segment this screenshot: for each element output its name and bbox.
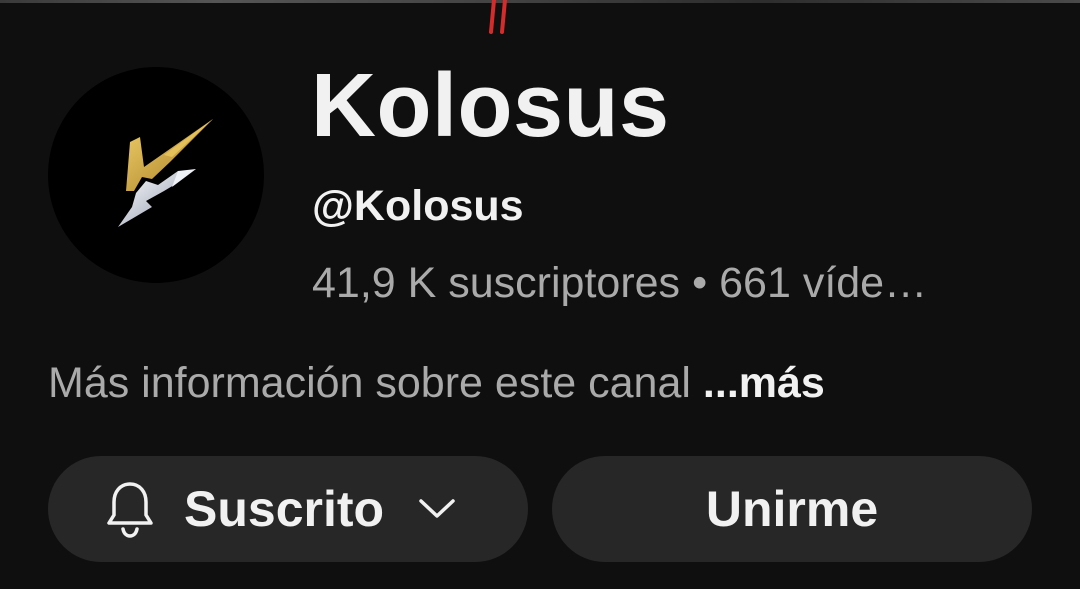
channel-avatar[interactable] bbox=[48, 67, 264, 283]
channel-name: Kolosus bbox=[311, 56, 670, 156]
kolosus-logo-icon bbox=[118, 119, 213, 227]
chevron-down-icon bbox=[419, 499, 455, 518]
join-button[interactable]: Unirme bbox=[552, 456, 1032, 562]
join-label: Unirme bbox=[705, 481, 879, 537]
more-link[interactable]: ...más bbox=[703, 359, 825, 407]
stats-separator: • bbox=[692, 259, 708, 307]
channel-banner-edge bbox=[0, 0, 1080, 3]
subscribed-button[interactable]: Suscrito bbox=[48, 456, 528, 562]
channel-stats[interactable]: 41,9 K suscriptores • 661 víde… bbox=[312, 258, 1002, 308]
bell-icon bbox=[107, 482, 153, 538]
about-text: Más información sobre este canal bbox=[48, 359, 691, 407]
banner-red-mark bbox=[489, 0, 507, 34]
subscriber-count: 41,9 K suscriptores bbox=[312, 259, 681, 307]
subscribed-label: Suscrito bbox=[184, 481, 385, 537]
channel-handle: @Kolosus bbox=[312, 182, 524, 230]
video-count: 661 víde… bbox=[719, 259, 928, 307]
channel-about-link[interactable]: Más información sobre este canal ...más bbox=[48, 358, 825, 408]
